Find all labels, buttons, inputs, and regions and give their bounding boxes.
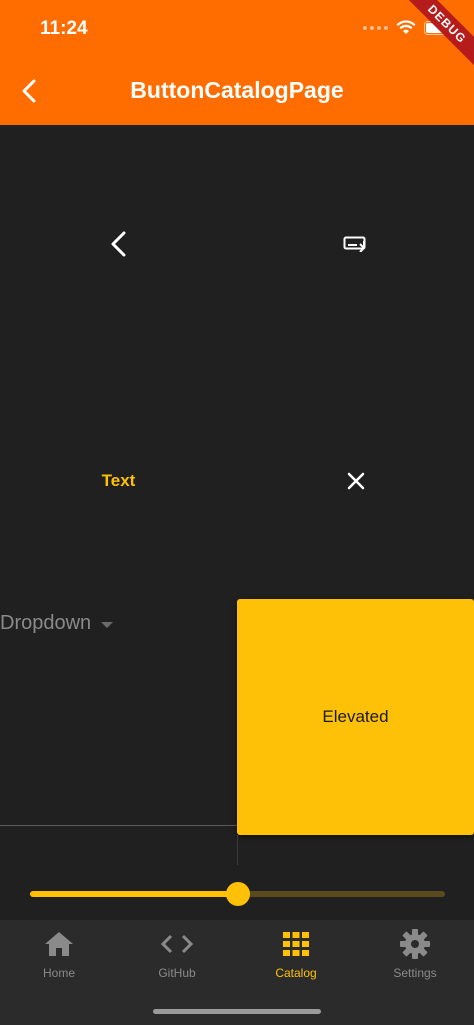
- text-button-cell: Text: [0, 362, 237, 599]
- nav-label-settings: Settings: [393, 966, 437, 980]
- text-button[interactable]: Text: [90, 463, 148, 499]
- status-time: 11:24: [40, 18, 88, 39]
- slider-thumb[interactable]: [225, 882, 250, 906]
- home-icon: [45, 932, 73, 956]
- chevron-left-icon: [111, 231, 125, 256]
- nav-label-github: GitHub: [158, 966, 196, 980]
- nav-item-home[interactable]: Home: [0, 920, 118, 998]
- gear-icon: [400, 929, 430, 959]
- slider[interactable]: [30, 880, 445, 908]
- divider: [237, 835, 238, 865]
- nav-label-home: Home: [42, 966, 75, 980]
- keyboard-input-icon: [343, 236, 365, 252]
- nav-item-github[interactable]: GitHub: [118, 920, 236, 998]
- slider-active-track: [30, 891, 238, 897]
- icon-button-back[interactable]: [0, 125, 237, 362]
- code-icon: [160, 934, 194, 954]
- debug-banner: DEBUG: [394, 0, 474, 80]
- home-indicator: [153, 1009, 321, 1014]
- page-title: ButtonCatalogPage: [130, 77, 344, 103]
- app-bar: 11:24 DEBUG ButtonCatalogPage: [0, 0, 474, 125]
- signal-icon: [363, 26, 388, 30]
- dropdown-label: Dropdown: [0, 612, 92, 634]
- elevated-button-label: Elevated: [322, 707, 389, 726]
- nav-label-catalog: Catalog: [275, 966, 317, 980]
- nav-item-settings[interactable]: Settings: [356, 920, 474, 998]
- dropdown-arrow-icon: [101, 622, 114, 628]
- close-icon: [347, 472, 364, 489]
- elevated-button[interactable]: Elevated: [237, 599, 474, 835]
- nav-item-catalog[interactable]: Catalog: [237, 920, 355, 998]
- dropdown-underline: [0, 825, 237, 826]
- icon-button-input[interactable]: [237, 125, 474, 362]
- debug-label: DEBUG: [401, 0, 474, 70]
- icon-button-close[interactable]: [237, 362, 474, 599]
- grid-icon: [283, 932, 309, 956]
- dropdown-button[interactable]: Dropdown: [0, 612, 114, 635]
